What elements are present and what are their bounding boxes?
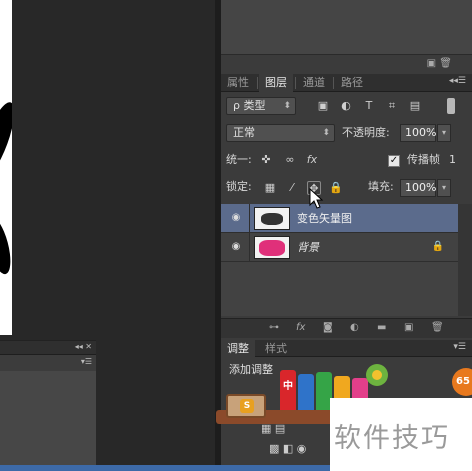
fill-slider-button[interactable]: ▾ [437, 179, 451, 197]
tab-paths[interactable]: 路径 [335, 74, 369, 92]
layer-separator [249, 233, 250, 262]
tab-separator [333, 77, 334, 89]
book-red: 中 [280, 370, 296, 410]
opacity-label: 不透明度: [342, 126, 390, 139]
ink-stroke [0, 213, 12, 277]
shape-filter-icon[interactable]: ⌗ [385, 99, 399, 113]
tree-illustration [364, 364, 390, 394]
lock-label: 锁定: [226, 180, 252, 193]
document-canvas[interactable] [0, 0, 12, 335]
layer-row-background[interactable]: ◉ 背景 🔒 [221, 233, 458, 262]
collapsed-panel-body [0, 371, 96, 471]
smart-object-filter-icon[interactable]: ▤ [408, 99, 422, 113]
filter-kind-label: ρ 类型 [233, 99, 266, 112]
tab-separator [257, 77, 258, 89]
lock-row: 锁定: ▦ ⁄ ✥ 🔒 填充: 100% ▾ [221, 177, 472, 201]
layer-name: 背景 [297, 241, 319, 254]
panel-menu-icon[interactable]: ▾☰ [453, 342, 466, 352]
fill-label: 填充: [368, 180, 394, 193]
blend-opacity-row: 正常 ⬍ 不透明度: 100% ▾ [221, 122, 472, 146]
tab-layers[interactable]: 图层 [259, 74, 293, 92]
dropdown-arrow-icon: ⬍ [322, 128, 330, 138]
unify-visibility-icon[interactable]: ∞ [283, 153, 297, 167]
collapsed-panel: ◂◂ ✕ ▾☰ [0, 340, 96, 471]
new-layer-icon[interactable]: ▣ [404, 322, 413, 333]
add-layer-style-icon[interactable]: fx [296, 322, 305, 333]
tab-properties[interactable]: 属性 [221, 74, 255, 92]
unify-row: 统一: ✜ ∞ fx ✓ 传播帧 1 [221, 150, 472, 174]
adjustments-panel-tabs: 调整 样式 ▾☰ [221, 340, 472, 357]
score-badge: 65 [452, 368, 472, 396]
visibility-eye-icon[interactable]: ◉ [229, 212, 243, 224]
layer-row-vector[interactable]: ◉ 变色矢量图 [221, 204, 458, 233]
panel-collapse-close-icon[interactable]: ◂◂ ✕ [75, 342, 92, 351]
watermark-box: 软件技巧 [330, 398, 472, 471]
opacity-input[interactable]: 100% [400, 124, 436, 142]
propagate-frame-label: 传播帧 [407, 153, 440, 166]
link-layers-icon[interactable]: ⊶ [269, 322, 279, 333]
watermark-text: 软件技巧 [334, 423, 450, 454]
tab-styles[interactable]: 样式 [259, 340, 293, 357]
tab-channels[interactable]: 通道 [297, 74, 331, 92]
propagate-frame-value: 1 [449, 153, 456, 166]
chest-illustration: S [226, 394, 266, 418]
opacity-slider-button[interactable]: ▾ [437, 124, 451, 142]
new-group-icon[interactable]: ▬ [377, 322, 386, 333]
filter-toggle-icon[interactable] [447, 98, 455, 114]
type-filter-icon[interactable]: T [362, 99, 376, 113]
thumbnail-pink [259, 240, 285, 256]
unify-style-icon[interactable]: fx [305, 153, 319, 167]
propagate-frame-checkbox[interactable]: ✓ [388, 155, 400, 167]
top-panel-icons[interactable]: ▣ 🗑 [427, 58, 452, 69]
taskbar-strip [0, 465, 330, 471]
collapsed-panel-header: ◂◂ ✕ [0, 341, 96, 355]
layer-separator [249, 204, 250, 233]
visibility-eye-icon[interactable]: ◉ [229, 241, 243, 253]
thumbnail-ink [261, 213, 283, 225]
book-blue [298, 374, 314, 410]
lock-image-pixels-icon[interactable]: ⁄ [285, 181, 299, 195]
lock-transparent-pixels-icon[interactable]: ▦ [263, 181, 277, 195]
panel-menu-icon[interactable]: ◂◂☰ [449, 76, 466, 86]
layer-thumbnail [254, 236, 290, 259]
tab-separator [295, 77, 296, 89]
add-mask-icon[interactable]: ◙ [323, 322, 333, 333]
pixel-filter-icon[interactable]: ▣ [316, 99, 330, 113]
layers-panel-tabs: 属性 图层 通道 路径 ◂◂☰ [221, 74, 472, 92]
adjustment-icons-row[interactable]: ▩ ◧ ◉ [269, 442, 306, 455]
unify-position-icon[interactable]: ✜ [259, 153, 273, 167]
panel-menu-icon[interactable]: ▾☰ [81, 357, 92, 366]
unify-label: 统一: [226, 153, 252, 166]
layers-bottom-toolbar: ⊶ fx ◙ ◐ ▬ ▣ 🗑 [221, 318, 472, 338]
tab-adjustments[interactable]: 调整 [221, 340, 255, 357]
chest-logo: S [240, 399, 254, 413]
filter-kind-dropdown[interactable]: ρ 类型 ⬍ [226, 97, 296, 115]
layer-filter-row: ρ 类型 ⬍ ▣ ◐ T ⌗ ▤ [221, 95, 472, 119]
delete-layer-icon[interactable]: 🗑 [431, 322, 444, 333]
blend-mode-label: 正常 [233, 126, 255, 139]
adjustment-filter-icon[interactable]: ◐ [339, 99, 353, 113]
fill-input[interactable]: 100% [400, 179, 436, 197]
layers-list: ◉ 变色矢量图 ◉ 背景 🔒 [221, 204, 458, 316]
ink-stroke [0, 98, 12, 182]
new-adjustment-layer-icon[interactable]: ◐ [350, 322, 359, 333]
lock-all-icon[interactable]: 🔒 [329, 181, 343, 195]
tree-fruit [372, 370, 382, 380]
top-panel-preview [221, 0, 472, 55]
layer-lock-icon[interactable]: 🔒 [432, 241, 444, 252]
dropdown-arrow-icon: ⬍ [283, 101, 291, 111]
mouse-cursor-icon [309, 188, 324, 209]
layer-thumbnail [254, 207, 290, 230]
layers-scrollbar[interactable] [458, 204, 472, 316]
blend-mode-dropdown[interactable]: 正常 ⬍ [226, 124, 335, 142]
